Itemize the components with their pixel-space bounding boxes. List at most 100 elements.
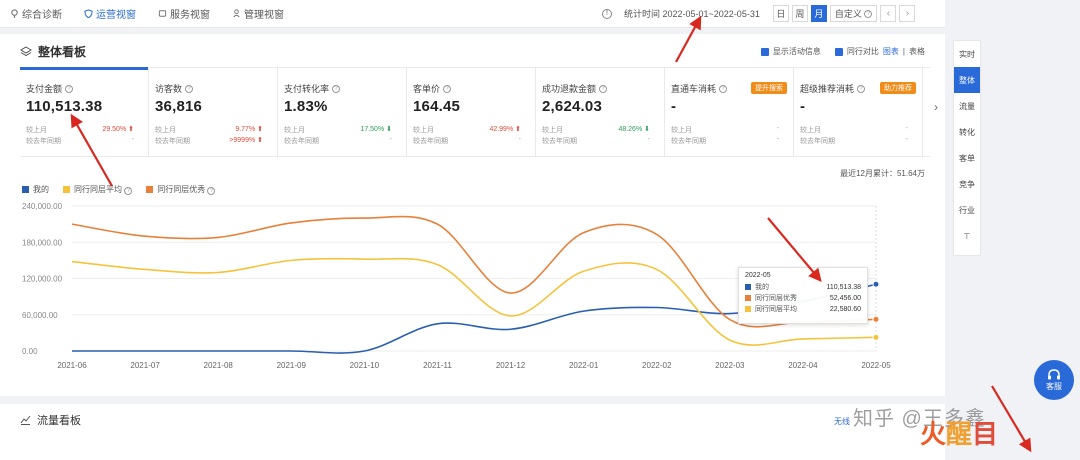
headset-icon [1048, 368, 1060, 379]
shield-icon [84, 9, 93, 18]
y-tick-label: 240,000.00 [22, 202, 63, 211]
tab-comprehensive[interactable]: 综合诊断 [0, 0, 74, 28]
x-tick-label: 2021-08 [204, 361, 234, 370]
tab-label: 管理视窗 [244, 10, 284, 21]
side-nav: 实时 整体 流量 转化 客单 竞争 行业 ⊤ [953, 40, 981, 256]
metric-value: 36,816 [155, 98, 203, 115]
side-nav-item[interactable]: 流量 [954, 93, 980, 119]
side-nav-item[interactable]: 竞争 [954, 171, 980, 197]
period-day-button[interactable]: 日 [772, 5, 789, 22]
info-icon: ! [602, 8, 612, 19]
top-nav: 综合诊断 运营视窗 服务视窗 管理视窗 ! 统计时间 2022-05-01~20… [0, 0, 945, 28]
metric-card[interactable]: 访客数? 36,816 较上月 9.77% ⬆ 较去年同期 >9999% ⬆ [149, 68, 278, 156]
metric-label: 成功退款金额? [542, 82, 664, 95]
yearly-sum: 最近12月累计：51.64万 [840, 169, 925, 178]
help-icon: ? [599, 84, 608, 93]
tab-service[interactable]: 服务视窗 [148, 0, 222, 28]
metric-card[interactable]: 支付金额? 110,513.38 较上月 29.50% ⬆ 较去年同期 - [20, 67, 149, 156]
metric-value: 2,624.03 [542, 98, 602, 115]
flow-title: 流量看板 [20, 412, 81, 428]
data-point [872, 315, 880, 323]
tab-management[interactable]: 管理视窗 [222, 0, 296, 28]
tooltip-value: 22,580.60 [829, 305, 861, 313]
view-table-link[interactable]: 表格 [909, 46, 925, 57]
metric-tag[interactable]: 助力推荐 [880, 82, 916, 94]
metric-label: 客单价? [413, 82, 535, 95]
view-separator: | [902, 47, 905, 56]
overview-title-text: 整体看板 [38, 45, 87, 59]
metric-value: 1.83% [284, 98, 328, 115]
tooltip-value: 110,513.38 [826, 283, 861, 291]
metric-card[interactable]: 成功退款金额? 2,624.03 较上月 48.26% ⬇ 较去年同期 - [536, 68, 665, 156]
flow-title-text: 流量看板 [37, 415, 81, 427]
help-icon: ? [719, 84, 728, 93]
metric-card[interactable]: 直通车消耗? 提升搜索 - 较上月 - 较去年同期 - [665, 68, 794, 156]
x-tick-label: 2022-03 [715, 361, 745, 370]
metric-card[interactable]: 客单价? 164.45 较上月 42.99% ⬆ 较去年同期 - [407, 68, 536, 156]
metric-compare-year: 较去年同期 - [542, 136, 650, 145]
metric-compare-year: 较去年同期 - [413, 136, 521, 145]
metric-value: - [800, 98, 806, 115]
next-period-button[interactable]: › [899, 5, 916, 22]
custom-period-button[interactable]: 自定义 ? [829, 5, 878, 22]
period-selector: ! 统计时间 2022-05-01~2022-05-31 日 周 月 自定义 ?… [602, 5, 916, 22]
metric-card[interactable]: 超级推荐消耗? 助力推荐 - 较上月 - 较去年同期 - › [794, 68, 938, 156]
metric-value: 164.45 [413, 98, 461, 115]
tooltip-row: 我的 110,513.38 [745, 282, 861, 292]
arrow-down-icon: ⬇ [642, 126, 650, 133]
layers-icon [20, 45, 32, 56]
period-month-button[interactable]: 月 [810, 5, 827, 22]
view-chart-link[interactable]: 图表 [883, 46, 899, 57]
side-nav-item[interactable]: ⊤ [954, 223, 980, 249]
wireless-link[interactable]: 无线 [834, 416, 850, 427]
x-tick-label: 2021-06 [57, 361, 87, 370]
legend-label: 我的 [33, 185, 49, 194]
x-tick-label: 2022-04 [788, 361, 818, 370]
x-tick-label: 2021-09 [277, 361, 307, 370]
help-icon: ? [332, 84, 341, 93]
tab-label: 综合诊断 [22, 10, 62, 21]
customer-service-button[interactable]: 客服 [1034, 360, 1074, 400]
tooltip-name: 我的 [755, 284, 769, 291]
tooltip-name: 同行同层优秀 [755, 295, 797, 302]
x-tick-label: 2022-05 [861, 361, 891, 370]
service-icon [158, 10, 167, 17]
flow-card: 流量看板 无线 [0, 404, 945, 460]
show-activity-checkbox[interactable] [760, 47, 769, 56]
x-tick-label: 2021-07 [130, 361, 160, 370]
arrow-up-icon: ⬆ [513, 126, 521, 133]
metric-value: 110,513.38 [26, 98, 103, 115]
metric-compare-year: 较去年同期 - [284, 136, 392, 145]
side-nav-item[interactable]: 行业 [954, 197, 980, 223]
x-tick-label: 2021-12 [496, 361, 526, 370]
prev-period-button[interactable]: ‹ [880, 5, 897, 22]
overview-options: 显示活动信息 同行对比 图表 | 表格 [760, 46, 925, 57]
side-nav-item[interactable]: 实时 [954, 41, 980, 67]
side-nav-item[interactable]: 转化 [954, 119, 980, 145]
manage-icon [233, 9, 240, 18]
period-label: 统计时间 2022-05-01~2022-05-31 [624, 9, 760, 19]
arrow-down-icon: ⬇ [384, 126, 392, 133]
y-tick-label: 60,000.00 [22, 311, 58, 320]
chevron-right-icon[interactable]: › [934, 100, 938, 114]
peer-compare-checkbox[interactable] [834, 47, 843, 56]
overview-header: 整体看板 显示活动信息 同行对比 图表 | 表格 [0, 34, 945, 66]
overview-title: 整体看板 [20, 43, 86, 60]
tooltip-row: 同行同层平均 22,580.60 [745, 304, 861, 314]
metric-label: 支付转化率? [284, 82, 406, 95]
peer-compare-label: 同行对比 [846, 47, 879, 56]
data-point [872, 280, 880, 288]
metric-card[interactable]: 支付转化率? 1.83% 较上月 17.50% ⬇ 较去年同期 - [278, 68, 407, 156]
tab-label: 运营视窗 [96, 10, 136, 21]
side-nav-item[interactable]: 客单 [954, 145, 980, 171]
period-week-button[interactable]: 周 [791, 5, 808, 22]
metric-compare-year: 较去年同期 - [26, 136, 134, 145]
side-nav-item[interactable]: 整体 [954, 67, 980, 93]
metric-tag[interactable]: 提升搜索 [751, 82, 787, 94]
metric-compare-month: 较上月 17.50% ⬇ [284, 126, 392, 134]
tab-operations[interactable]: 运营视窗 [74, 0, 148, 28]
metric-label: 访客数? [155, 82, 277, 95]
metric-value: - [671, 98, 677, 115]
legend-label: 同行同层优秀 [157, 185, 206, 194]
metric-compare-month: 较上月 29.50% ⬆ [26, 126, 134, 134]
